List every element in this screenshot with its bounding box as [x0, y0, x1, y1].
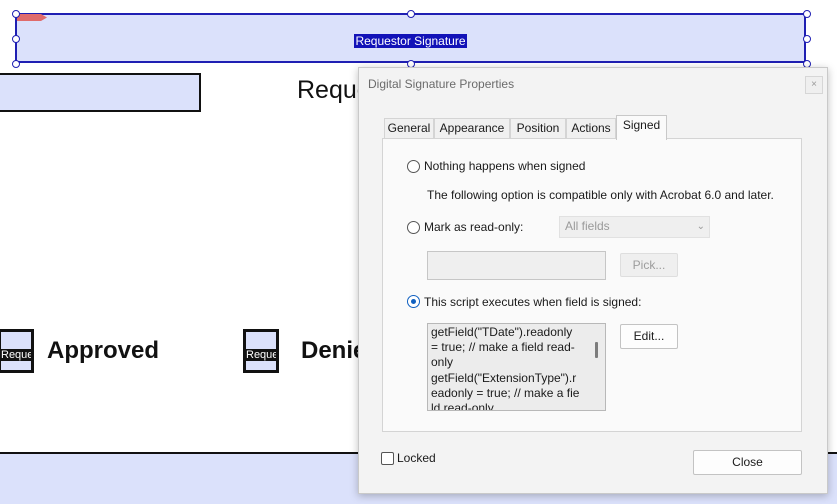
approved-label: Approved	[47, 337, 160, 364]
script-scrollbar[interactable]	[595, 342, 598, 358]
resize-handle-tm[interactable]	[407, 10, 415, 18]
dialog-title: Digital Signature Properties	[368, 77, 515, 91]
chevron-down-icon: ⌄	[696, 221, 705, 232]
field-flag-icon	[17, 14, 47, 21]
signature-field-label: Requestor Signature	[354, 34, 467, 48]
tab-appearance[interactable]: Appearance	[434, 118, 510, 139]
tab-general[interactable]: General	[384, 118, 434, 139]
close-button[interactable]: Close	[693, 450, 802, 475]
approved-field-text: Reques	[1, 349, 31, 361]
read-only-select-value: All fields	[565, 219, 610, 233]
denied-checkbox-field[interactable]: Reques	[243, 329, 279, 373]
form-text-field[interactable]	[0, 73, 201, 112]
compatibility-note: The following option is compatible only …	[427, 188, 774, 202]
resize-handle-bl[interactable]	[12, 60, 20, 68]
script-text: getField("TDate").readonly = true; // ma…	[431, 325, 580, 411]
read-only-fields-textbox[interactable]	[427, 251, 606, 280]
script-text-area[interactable]: getField("TDate").readonly = true; // ma…	[427, 323, 606, 411]
resize-handle-tl[interactable]	[12, 10, 20, 18]
script-executes-label: This script executes when field is signe…	[424, 295, 642, 309]
radio-nothing-happens[interactable]	[407, 160, 420, 173]
resize-handle-mr[interactable]	[803, 35, 811, 43]
requestor-signature-field[interactable]: Requestor Signature	[15, 13, 806, 63]
approved-checkbox-field[interactable]: Reques	[0, 329, 34, 373]
pick-button[interactable]: Pick...	[620, 253, 678, 277]
radio-script-executes[interactable]	[407, 295, 420, 308]
signature-field-label-wrap: Requestor Signature	[17, 32, 804, 50]
resize-handle-tr[interactable]	[803, 10, 811, 18]
tab-signed[interactable]: Signed	[616, 115, 667, 140]
locked-label: Locked	[397, 451, 436, 465]
tab-actions[interactable]: Actions	[566, 118, 616, 139]
tab-position[interactable]: Position	[510, 118, 566, 139]
resize-handle-ml[interactable]	[12, 35, 20, 43]
nothing-happens-label: Nothing happens when signed	[424, 159, 586, 173]
denied-field-text: Reques	[246, 349, 276, 361]
digital-signature-properties-dialog: Digital Signature Properties × General A…	[358, 67, 828, 494]
edit-script-button[interactable]: Edit...	[620, 324, 678, 349]
locked-checkbox[interactable]	[381, 452, 394, 465]
dialog-close-icon[interactable]: ×	[805, 76, 823, 94]
denied-label: Denie	[301, 337, 367, 364]
radio-mark-read-only[interactable]	[407, 221, 420, 234]
mark-read-only-label: Mark as read-only:	[424, 220, 524, 234]
read-only-fields-select[interactable]: All fields ⌄	[559, 216, 710, 238]
